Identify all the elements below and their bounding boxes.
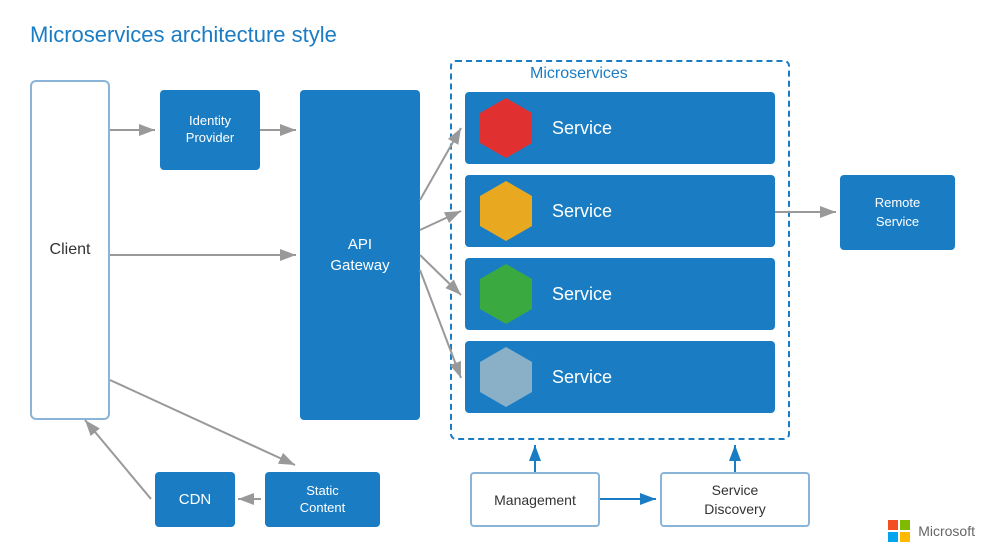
static-content-label: StaticContent [300,483,346,517]
ms-green-square [900,520,910,530]
ms-yellow-square [900,532,910,542]
service-row-1: Service [465,92,775,164]
ms-blue-square [888,532,898,542]
cdn-label: CDN [179,491,212,508]
hex-yellow [480,181,532,241]
ms-red-square [888,520,898,530]
management-label: Management [494,492,576,508]
discovery-label: ServiceDiscovery [704,481,765,517]
ms-grid-icon [888,520,910,542]
cdn-box: CDN [155,472,235,527]
client-box: Client [30,80,110,420]
microsoft-logo: Microsoft [888,520,975,542]
static-content-box: StaticContent [265,472,380,527]
management-box: Management [470,472,600,527]
service-row-3: Service [465,258,775,330]
service-label-2: Service [552,201,612,222]
remote-service-label: RemoteService [875,194,921,230]
diagram-container: Microservices architecture style Microse… [0,0,1000,560]
identity-label: IdentityProvider [186,113,234,147]
service-label-1: Service [552,118,612,139]
service-label-3: Service [552,284,612,305]
gateway-label: APIGateway [330,234,389,276]
api-gateway-box: APIGateway [300,90,420,420]
microsoft-label: Microsoft [918,523,975,539]
hex-gray [480,347,532,407]
identity-provider-box: IdentityProvider [160,90,260,170]
service-label-4: Service [552,367,612,388]
client-label: Client [50,241,91,259]
hex-green [480,264,532,324]
service-discovery-box: ServiceDiscovery [660,472,810,527]
remote-service-box: RemoteService [840,175,955,250]
hex-red [480,98,532,158]
service-row-4: Service [465,341,775,413]
page-title: Microservices architecture style [30,22,337,48]
service-row-2: Service [465,175,775,247]
